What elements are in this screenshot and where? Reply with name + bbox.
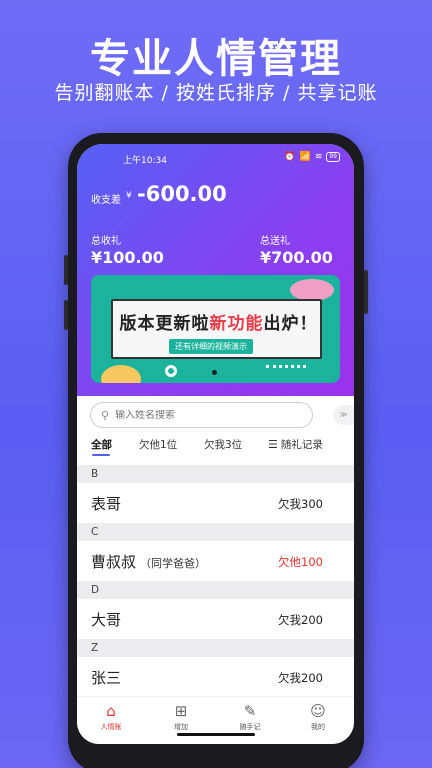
balance-amount: 欠我300 — [278, 497, 323, 511]
contact-name-text: 大哥 — [91, 611, 122, 629]
group-header: Z — [77, 639, 354, 657]
nav-mine-label: 我的 — [311, 723, 325, 731]
banner-headline-highlight: 新功能 — [209, 314, 264, 334]
nav-notes[interactable]: ✎ 随手记 — [225, 701, 275, 732]
nav-home-label: 人情账 — [100, 723, 122, 731]
contact-note: （同学爸爸） — [140, 557, 207, 570]
nav-mine[interactable]: ☺ 我的 — [293, 701, 343, 732]
sent-label: 总送礼 — [260, 236, 290, 247]
balance-amount: 欠他100 — [278, 555, 323, 569]
contact-name: 表哥 — [91, 493, 121, 514]
banner-decoration — [165, 365, 177, 377]
tab-gift-record[interactable]: ☰ 随礼记录 — [268, 437, 323, 452]
bottom-nav: ⌂ 人情账 ⊞ 增加 ✎ 随手记 ☺ 我的 — [77, 696, 354, 744]
notepad-icon: ✎ — [243, 702, 257, 720]
banner-decoration — [101, 365, 141, 383]
phone-side-button — [64, 300, 68, 330]
contact-name: 大哥 — [91, 609, 121, 630]
nav-add[interactable]: ⊞ 增加 — [156, 701, 206, 732]
nav-home[interactable]: ⌂ 人情账 — [86, 701, 136, 732]
alarm-icon: ⏰ — [284, 152, 296, 162]
group-header: C — [77, 523, 354, 541]
balance-value: -600.00 — [137, 182, 227, 206]
signal-icon: 📶 — [299, 152, 311, 162]
battery-icon: 99 — [326, 152, 340, 162]
banner-decoration — [266, 365, 306, 375]
filter-tabs: 全部 欠他1位 欠我3位 ☰ 随礼记录 — [77, 437, 354, 457]
summary-header: 上午10:34 ⏰ 📶 ≋ 99 收支差 ¥ -600.00 总收礼 ¥100.… — [77, 144, 354, 396]
banner-headline: 版本更新啦新功能出炉！ — [117, 309, 320, 334]
banner-headline-part1: 版本更新啦 — [119, 314, 210, 334]
list-item[interactable]: 曹叔叔 （同学爸爸） 欠他100 — [77, 541, 354, 581]
contact-name-text: 曹叔叔 — [91, 553, 137, 571]
home-icon: ⌂ — [106, 702, 116, 720]
balance-label: 收支差 — [91, 195, 121, 206]
tab-owe-me[interactable]: 欠我3位 — [204, 437, 242, 452]
banner-decoration — [290, 279, 334, 301]
status-time: 上午10:34 — [123, 156, 167, 166]
user-icon: ☺ — [310, 702, 326, 720]
update-banner[interactable]: 版本更新啦新功能出炉！ 还有详细的视频演示 — [91, 275, 340, 383]
list-item[interactable]: 大哥 欠我200 — [77, 599, 354, 639]
list-item[interactable]: 张三 欠我200 — [77, 657, 354, 697]
group-header: D — [77, 581, 354, 599]
banner-subtext: 还有详细的视频演示 — [169, 339, 253, 354]
phone-power-button — [364, 270, 368, 314]
list-item[interactable]: 表哥 欠我300 — [77, 483, 354, 523]
received-value: ¥100.00 — [91, 248, 164, 267]
tab-owe-them[interactable]: 欠他1位 — [139, 437, 177, 452]
app-screen: 上午10:34 ⏰ 📶 ≋ 99 收支差 ¥ -600.00 总收礼 ¥100.… — [77, 144, 354, 744]
sent-value: ¥700.00 — [260, 248, 333, 267]
received-label: 总收礼 — [91, 236, 121, 247]
phone-side-button — [64, 255, 68, 285]
balance-currency: ¥ — [126, 191, 132, 201]
banner-headline-part2: 出炉！ — [263, 314, 318, 334]
list-icon: ☰ — [268, 438, 278, 451]
wifi-icon: ≋ — [314, 152, 323, 162]
plus-icon: ⊞ — [174, 702, 188, 720]
group-header: B — [77, 465, 354, 483]
tab-active-indicator — [92, 454, 110, 456]
contact-name: 曹叔叔 （同学爸爸） — [91, 551, 206, 572]
promo-title: 专业人情管理 — [90, 36, 342, 82]
promo-subtitle: 告别翻账本 / 按姓氏排序 / 共享记账 — [54, 82, 378, 104]
nav-add-label: 增加 — [174, 723, 188, 731]
tab-all[interactable]: 全部 — [91, 437, 112, 452]
search-input[interactable] — [115, 409, 276, 421]
nav-notes-label: 随手记 — [239, 723, 261, 731]
contact-name: 张三 — [91, 667, 121, 688]
banner-card: 版本更新啦新功能出炉！ 还有详细的视频演示 — [111, 299, 322, 359]
tab-gift-record-label: 随礼记录 — [280, 439, 323, 451]
contact-name-text: 张三 — [91, 669, 122, 687]
contact-name-text: 表哥 — [91, 495, 122, 513]
search-box[interactable]: ⚲ — [90, 402, 313, 428]
banner-page-indicator — [212, 370, 217, 375]
search-icon: ⚲ — [101, 408, 110, 422]
balance-amount: 欠我200 — [278, 613, 323, 627]
balance-amount: 欠我200 — [278, 671, 323, 685]
status-icons: ⏰ 📶 ≋ 99 — [284, 152, 340, 162]
home-indicator — [177, 733, 255, 736]
chevron-down-icon[interactable]: ≫ — [333, 405, 354, 425]
